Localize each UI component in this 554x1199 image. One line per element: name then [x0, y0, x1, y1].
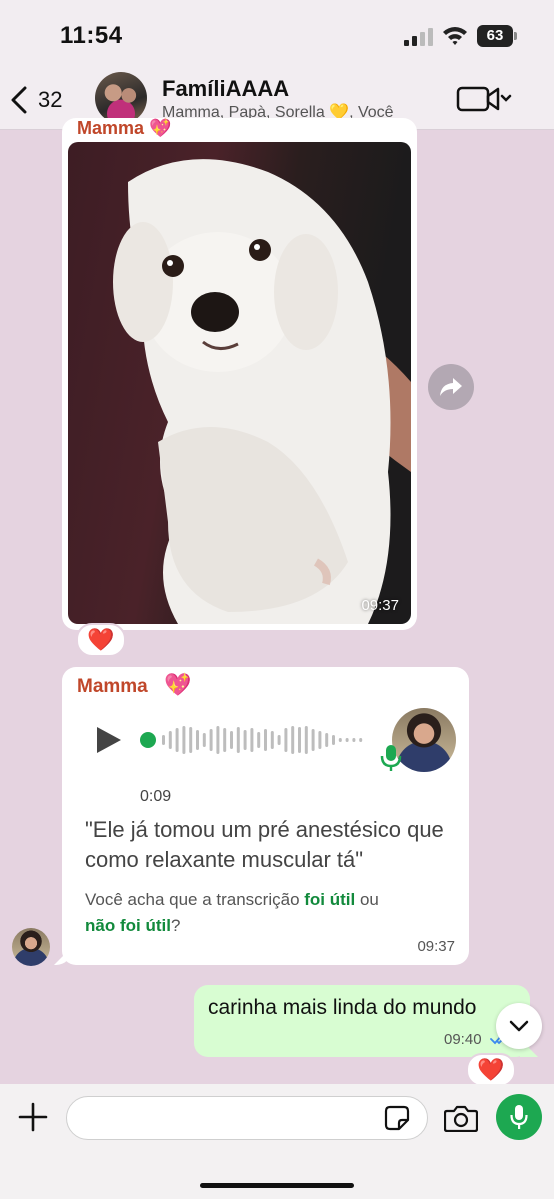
forward-button[interactable]: [428, 364, 474, 410]
unread-count: 32: [38, 87, 63, 112]
message-time: 09:37: [361, 597, 399, 614]
voice-duration: 0:09: [140, 788, 172, 805]
message-text: carinha mais linda do mundo: [208, 996, 477, 1019]
dog-illustration: [113, 159, 411, 624]
transcription-feedback: Você acha que a transcrição foi útil ou n…: [85, 887, 455, 939]
scroll-to-bottom-button[interactable]: [496, 1003, 542, 1049]
battery-icon: 63: [477, 25, 517, 47]
message-input[interactable]: [81, 1105, 381, 1133]
chevron-down-icon: [509, 1020, 529, 1032]
feedback-not-useful-link[interactable]: não foi útil: [85, 916, 171, 935]
wifi-icon: [443, 27, 467, 45]
forward-arrow-icon: [440, 378, 462, 396]
video-camera-icon: [456, 86, 500, 112]
dog-photo[interactable]: 09:37: [68, 142, 411, 624]
outgoing-message[interactable]: carinha mais linda do mundo 09:40: [194, 985, 530, 1057]
sticker-icon: [384, 1105, 410, 1131]
feedback-mid: ou: [355, 890, 379, 909]
battery-percent: 63: [486, 27, 504, 44]
feedback-prefix: Você acha que a transcrição: [85, 890, 305, 909]
back-button[interactable]: 32: [10, 82, 62, 118]
home-indicator: [200, 1183, 354, 1188]
chevron-down-icon: [500, 94, 512, 102]
plus-icon: [18, 1102, 48, 1132]
image-message[interactable]: Mamma 💖 09:37: [62, 118, 417, 630]
back-chevron-icon: [11, 86, 27, 114]
heart-reaction: ❤️: [477, 1057, 505, 1082]
input-bar: [0, 1084, 554, 1199]
sender-avatar[interactable]: [12, 928, 50, 966]
play-icon: [97, 727, 121, 753]
voice-record-button[interactable]: [496, 1094, 542, 1140]
play-button[interactable]: [94, 725, 124, 755]
sender-name: Mamma 💖: [77, 118, 172, 138]
cellular-signal-icon: [404, 28, 433, 46]
video-call-button[interactable]: [456, 84, 516, 114]
message-time: 09:37: [417, 938, 455, 955]
message-input-field[interactable]: [66, 1096, 428, 1140]
attach-button[interactable]: [18, 1102, 48, 1132]
heart-reaction: ❤️: [87, 627, 115, 652]
camera-icon: [444, 1105, 478, 1132]
status-bar: 11:54 63: [0, 0, 554, 70]
microphone-icon: [380, 745, 402, 771]
status-time: 11:54: [60, 22, 123, 49]
reaction-badge[interactable]: ❤️: [466, 1053, 516, 1087]
voice-message[interactable]: Mamma 💖 0:09 "Ele já tomou um pré anesté…: [62, 667, 469, 965]
sender-emoji: 💖: [164, 672, 192, 697]
sender-name: Mamma: [77, 676, 148, 697]
microphone-icon: [510, 1105, 528, 1129]
group-name[interactable]: FamíliAAAA: [162, 76, 289, 102]
sticker-button[interactable]: [384, 1105, 410, 1131]
reaction-badge[interactable]: ❤️: [76, 623, 126, 657]
camera-button[interactable]: [444, 1104, 478, 1132]
feedback-suffix: ?: [170, 916, 181, 935]
message-time: 09:40: [444, 1031, 482, 1048]
voice-transcript: "Ele já tomou um pré anestésico que como…: [85, 817, 444, 872]
audio-waveform[interactable]: [140, 725, 370, 755]
feedback-useful-link[interactable]: foi útil: [304, 890, 355, 909]
group-avatar[interactable]: [95, 72, 147, 124]
